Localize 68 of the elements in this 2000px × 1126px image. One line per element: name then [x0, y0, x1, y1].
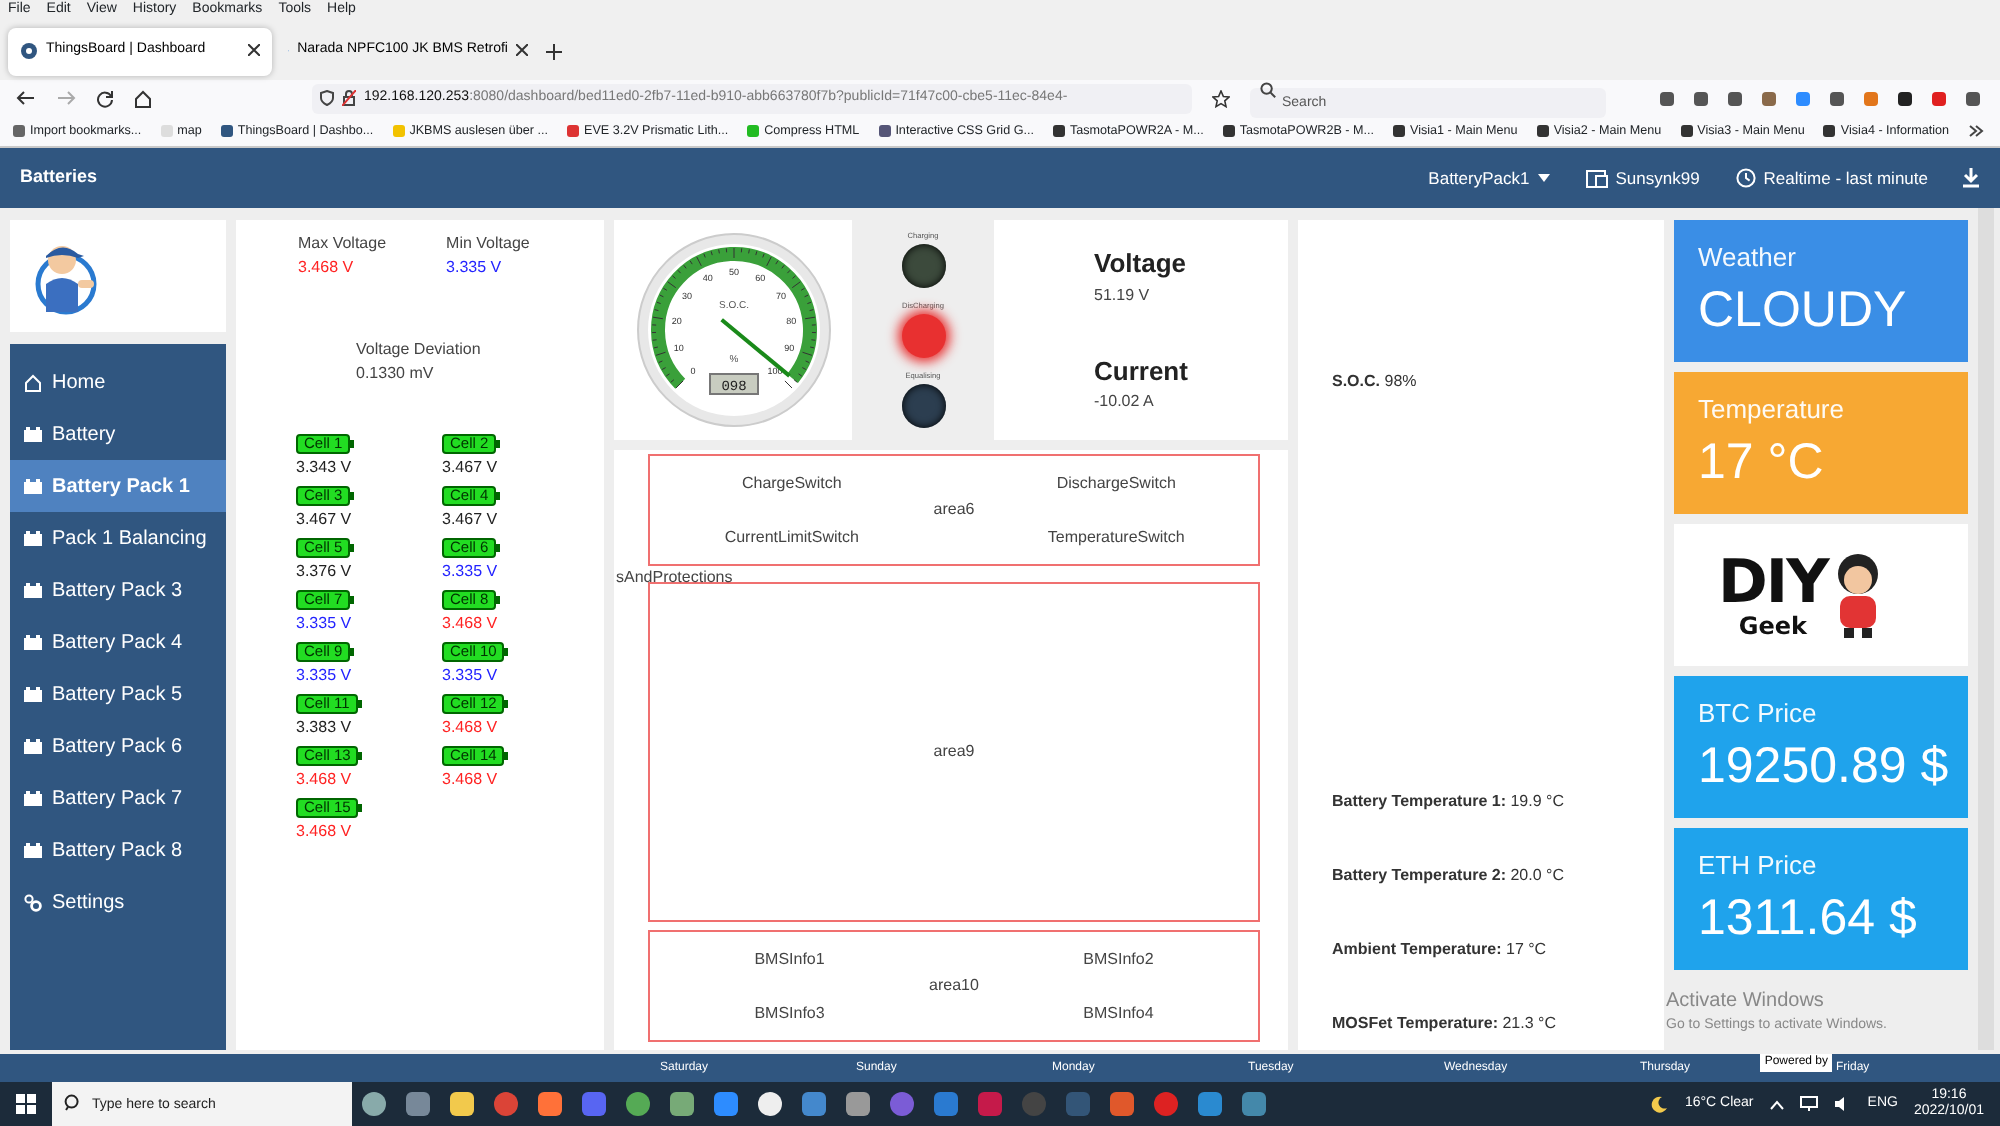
device-selector[interactable]: Sunsynk99	[1583, 163, 1702, 193]
reading-value: -10.02 A	[1094, 390, 1156, 414]
tile-value: CLOUDY	[1698, 279, 1909, 341]
cell-voltage: 3.376 V	[296, 560, 352, 584]
tile-title: Weather	[1698, 240, 1798, 276]
sidebar-item[interactable]: Battery Pack 4	[10, 616, 226, 668]
reading-title: Current	[1094, 353, 1190, 389]
temperature-text: Battery Temperature 2: 20.0 °C	[1332, 864, 1566, 888]
tile-value: 19250.89 $	[1698, 735, 1951, 797]
timewindow-button[interactable]: Realtime - last minute	[1733, 163, 1930, 193]
activation-title: Activate Windows	[1666, 988, 1826, 1016]
entity-selector[interactable]: BatteryPack1	[1426, 163, 1552, 193]
area-field-label: BMSInfo4	[1081, 1001, 1156, 1025]
soc-text: S.O.C. 98%	[1332, 370, 1419, 394]
cell-voltage: 3.468 V	[296, 768, 352, 792]
cell-voltage: 3.335 V	[296, 664, 352, 688]
tile-title: BTC Price	[1698, 696, 1819, 732]
area-label: area9	[933, 740, 975, 764]
cell-voltage: 3.335 V	[442, 560, 498, 584]
cell-voltage: 3.343 V	[296, 456, 352, 480]
dashboard-title: Batteries	[20, 164, 98, 191]
area-field-label: ChargeSwitch	[739, 471, 844, 495]
temperature-text: Ambient Temperature: 17 °C	[1332, 938, 1549, 962]
area-label: area6	[933, 498, 975, 522]
sidebar-item[interactable]: Battery Pack 8	[10, 824, 226, 876]
cell-voltage: 3.468 V	[442, 768, 498, 792]
area-field-label: BMSInfo3	[752, 1001, 827, 1025]
cell-voltage: 3.383 V	[296, 716, 352, 740]
temperature-text: Battery Temperature 1: 19.9 °C	[1332, 790, 1566, 814]
reading-title: Voltage	[1094, 246, 1188, 282]
voltage-label: Max Voltage	[298, 232, 387, 256]
voltage-value: 3.468 V	[298, 256, 356, 280]
cell-voltage: 3.468 V	[442, 612, 498, 636]
cell-voltage: 3.468 V	[442, 716, 498, 740]
tile-value: 17 °C	[1698, 431, 1826, 493]
tile-title: ETH Price	[1698, 848, 1819, 884]
cell-voltage: 3.467 V	[442, 456, 498, 480]
logo-text: DIY	[1718, 553, 1828, 613]
cell-voltage: 3.335 V	[296, 612, 352, 636]
temperature-text: MOSFet Temperature: 21.3 °C	[1332, 1012, 1558, 1036]
sidebar-item[interactable]: Settings	[10, 876, 226, 928]
area-field-label: BMSInfo1	[752, 947, 827, 971]
area-field-label: CurrentLimitSwitch	[722, 525, 861, 549]
sidebar-item[interactable]: Battery Pack 7	[10, 772, 226, 824]
voltage-value: 0.1330 mV	[356, 362, 436, 386]
tile-value: 1311.64 $	[1698, 887, 1919, 949]
overflow-label: sAndProtections	[616, 566, 733, 590]
reading-value: 51.19 V	[1094, 283, 1152, 307]
sidebar-item[interactable]: Battery Pack 1	[10, 460, 226, 512]
tile-title: Temperature	[1698, 392, 1846, 428]
sidebar-item[interactable]: Battery Pack 3	[10, 564, 226, 616]
cell-voltage: 3.467 V	[296, 508, 352, 532]
voltage-label: Voltage Deviation	[356, 338, 483, 362]
cell-voltage: 3.468 V	[296, 820, 352, 844]
cell-voltage: 3.335 V	[442, 664, 498, 688]
cell-voltage: 3.467 V	[442, 508, 498, 532]
voltage-label: Min Voltage	[446, 232, 530, 256]
sidebar-item[interactable]: Pack 1 Balancing	[10, 512, 226, 564]
sidebar-item[interactable]: Battery Pack 5	[10, 668, 226, 720]
area-label: area10	[929, 974, 979, 998]
sidebar-item[interactable]: Battery Pack 6	[10, 720, 226, 772]
area-field-label: TemperatureSwitch	[1045, 525, 1187, 549]
sidebar-item[interactable]: Battery	[10, 408, 226, 460]
sidebar-item[interactable]: Home	[10, 356, 226, 408]
area-field-label: BMSInfo2	[1081, 947, 1156, 971]
logo-subtext: Geek	[1738, 613, 1807, 637]
area-field-label: DischargeSwitch	[1054, 471, 1178, 495]
voltage-value: 3.335 V	[446, 256, 504, 280]
